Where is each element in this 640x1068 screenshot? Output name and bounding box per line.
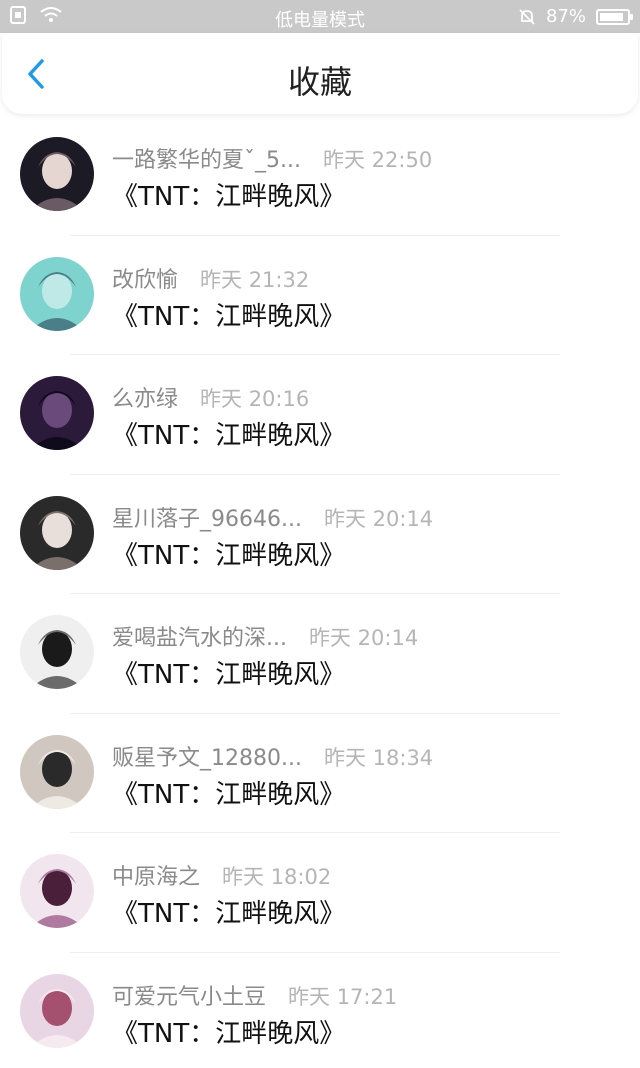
avatar[interactable]: [20, 137, 94, 211]
list-item[interactable]: 爱喝盐汽水的深... 昨天 20:14 《TNT：江畔晚风》: [0, 594, 640, 714]
list-item[interactable]: 么亦绿 昨天 20:16 《TNT：江畔晚风》: [0, 355, 640, 475]
timestamp: 昨天 20:16: [200, 387, 310, 411]
page-title: 收藏: [287, 63, 352, 101]
battery-icon: [596, 8, 633, 25]
bell-muted-icon: [519, 8, 535, 25]
username[interactable]: 么亦绿: [112, 381, 178, 413]
avatar[interactable]: [20, 376, 94, 450]
item-meta: 么亦绿 昨天 20:16: [112, 381, 309, 413]
item-meta: 改欣愉 昨天 21:32: [112, 262, 309, 294]
item-title[interactable]: 《TNT：江畔晚风》: [112, 774, 345, 811]
battery-percent: 87%: [545, 6, 586, 27]
item-title[interactable]: 《TNT：江畔晚风》: [112, 535, 345, 572]
timestamp: 昨天 20:14: [323, 506, 434, 531]
username[interactable]: 中原海之: [112, 859, 200, 891]
list-item[interactable]: 一路繁华的夏ˇ_5... 昨天 22:50 《TNT：江畔晚风》: [0, 116, 640, 236]
item-meta: 一路繁华的夏ˇ_5... 昨天 22:50: [112, 142, 432, 174]
item-meta: 爱喝盐汽水的深... 昨天 20:14: [112, 620, 418, 652]
timestamp: 昨天 20:14: [308, 626, 419, 650]
status-bar: 低电量模式 87%: [0, 0, 640, 33]
username[interactable]: 改欣愉: [112, 262, 178, 294]
navigation-bar: 收藏: [2, 33, 638, 114]
item-title[interactable]: 《TNT：江畔晚风》: [112, 415, 345, 452]
item-title[interactable]: 《TNT：江畔晚风》: [112, 1013, 345, 1050]
item-title[interactable]: 《TNT：江畔晚风》: [112, 654, 345, 691]
list-item[interactable]: 星川落子_96646... 昨天 20:14 《TNT：江畔晚风》: [0, 475, 640, 594]
timestamp: 昨天 22:50: [322, 148, 433, 172]
item-title[interactable]: 《TNT：江畔晚风》: [112, 176, 345, 213]
timestamp: 昨天 21:32: [200, 267, 310, 292]
avatar[interactable]: [20, 256, 94, 331]
username[interactable]: 星川落子_96646...: [112, 501, 302, 533]
username[interactable]: 一路繁华的夏ˇ_5...: [112, 142, 301, 174]
item-meta: 贩星予文_12880... 昨天 18:34: [112, 740, 433, 772]
timestamp: 昨天 18:02: [222, 865, 332, 889]
item-meta: 可爱元气小土豆 昨天 17:21: [112, 979, 397, 1011]
timestamp: 昨天 17:21: [288, 984, 398, 1009]
list-item[interactable]: 贩星予文_12880... 昨天 18:34 《TNT：江畔晚风》: [0, 714, 640, 833]
status-right: 87%: [518, 6, 633, 27]
username[interactable]: 贩星予文_12880...: [112, 740, 302, 772]
item-title[interactable]: 《TNT：江畔晚风》: [112, 893, 345, 930]
username[interactable]: 爱喝盐汽水的深...: [112, 620, 287, 652]
item-meta: 星川落子_96646... 昨天 20:14: [112, 501, 433, 533]
avatar[interactable]: [20, 495, 94, 570]
favorites-list: 一路繁华的夏ˇ_5... 昨天 22:50 《TNT：江畔晚风》 改欣愉 昨天 21:3…: [0, 116, 640, 1068]
avatar[interactable]: [20, 973, 94, 1048]
item-title[interactable]: 《TNT：江畔晚风》: [112, 296, 345, 333]
list-item[interactable]: 改欣愉 昨天 21:32 《TNT：江畔晚风》: [0, 236, 640, 355]
username[interactable]: 可爱元气小土豆: [112, 979, 266, 1011]
avatar[interactable]: [20, 615, 94, 689]
timestamp: 昨天 18:34: [323, 745, 434, 770]
avatar[interactable]: [20, 734, 94, 809]
avatar[interactable]: [20, 854, 94, 928]
list-item[interactable]: 可爱元气小土豆 昨天 17:21 《TNT：江畔晚风》: [0, 953, 640, 1068]
item-meta: 中原海之 昨天 18:02: [112, 859, 331, 891]
list-item[interactable]: 中原海之 昨天 18:02 《TNT：江畔晚风》: [0, 833, 640, 953]
